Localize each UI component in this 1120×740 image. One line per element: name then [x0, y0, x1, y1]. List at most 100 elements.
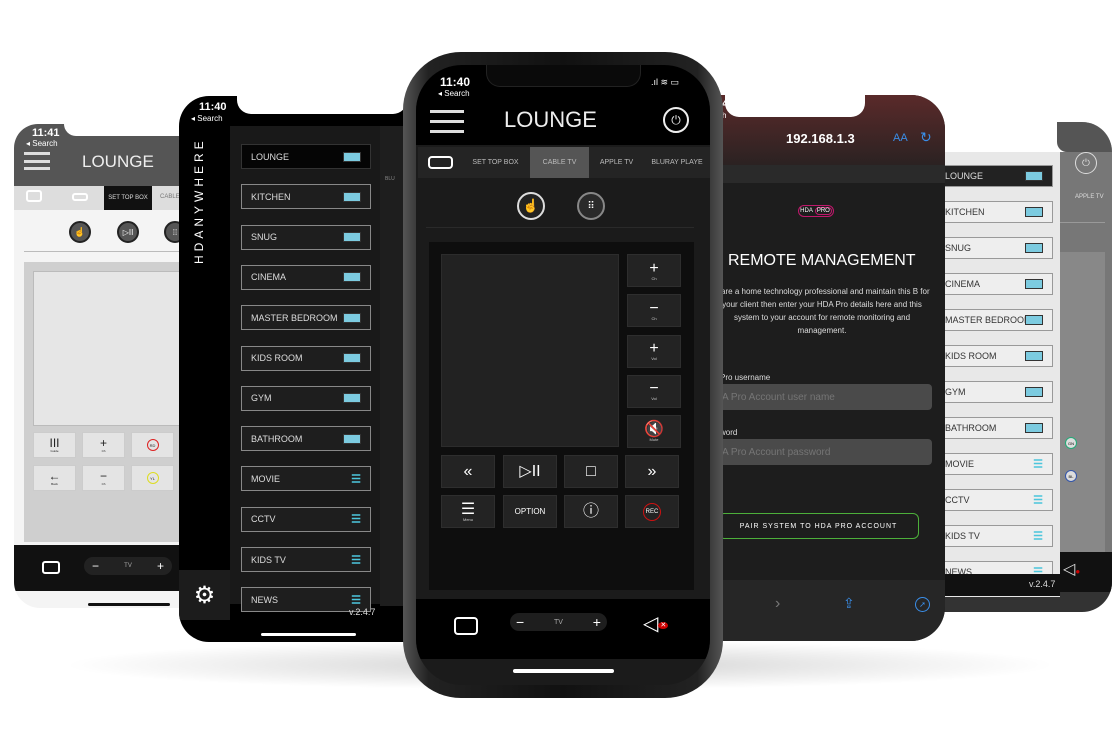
- pair-system-button[interactable]: PAIR SYSTEM TO HDA PRO ACCOUNT: [718, 513, 919, 539]
- touch-mode-icon[interactable]: ☝: [517, 192, 545, 220]
- menu-item[interactable]: GYM: [935, 381, 1053, 403]
- remote-button[interactable]: ← Back: [33, 465, 76, 491]
- keypad-icon[interactable]: ⠿: [577, 192, 605, 220]
- remote-icon[interactable]: [428, 156, 453, 169]
- menu-item[interactable]: SNUG: [935, 237, 1053, 259]
- mute-icon[interactable]: ◁●: [1063, 559, 1080, 579]
- menu-item[interactable]: BATHROOM: [935, 417, 1053, 439]
- touchpad[interactable]: [441, 254, 619, 447]
- menu-item[interactable]: CINEMA: [241, 264, 371, 290]
- remote-button[interactable]: − Ch: [82, 465, 125, 491]
- menu-item-label: NEWS: [251, 594, 278, 605]
- remote-icon[interactable]: [72, 193, 88, 201]
- power-button[interactable]: ⏻: [1075, 152, 1097, 174]
- reload-icon[interactable]: ↻: [920, 129, 932, 146]
- tab-cable-tv[interactable]: CABLE TV: [530, 147, 589, 178]
- list-icon: ☰: [351, 513, 361, 526]
- remote-button[interactable]: »: [625, 455, 679, 488]
- forward-icon[interactable]: ›: [775, 595, 780, 613]
- button-glyph: +: [649, 259, 659, 277]
- username-input[interactable]: [718, 384, 932, 410]
- touch-mode-icon[interactable]: ☝: [69, 221, 91, 243]
- remote-button[interactable]: ▷II: [503, 455, 557, 488]
- status-time: 11:41: [32, 127, 60, 139]
- mute-icon[interactable]: ◁ ✕: [643, 611, 669, 636]
- play-pause-mode-icon[interactable]: ▷II: [117, 221, 139, 243]
- volume-down-button[interactable]: −: [516, 614, 524, 630]
- remote-button[interactable]: ⓘ: [564, 495, 618, 528]
- remote-button[interactable]: ☰ Menu: [441, 495, 495, 528]
- username-label: Pro username: [720, 373, 771, 382]
- tv-icon[interactable]: [454, 617, 478, 635]
- volume-up-button[interactable]: +: [593, 614, 601, 630]
- menu-item[interactable]: CCTV ☰: [241, 506, 371, 532]
- menu-item[interactable]: CCTV ☰: [935, 489, 1053, 511]
- password-input[interactable]: [718, 439, 932, 465]
- menu-item-label: LOUNGE: [251, 151, 290, 162]
- remote-button[interactable]: − Vol: [627, 374, 681, 408]
- tab-bluray[interactable]: BLU: [385, 176, 395, 182]
- menu-item[interactable]: BATHROOM: [241, 426, 371, 452]
- button-glyph: □: [586, 463, 596, 480]
- remote-button[interactable]: RD: [131, 432, 174, 458]
- remote-button[interactable]: YL: [131, 465, 174, 491]
- hamburger-icon[interactable]: [24, 152, 50, 170]
- share-icon[interactable]: ⇪: [843, 595, 855, 612]
- tv-icon[interactable]: [26, 190, 42, 202]
- text-size-button[interactable]: AA: [893, 132, 908, 144]
- remote-button[interactable]: III Guide: [33, 432, 76, 458]
- back-link[interactable]: ◂ Search: [26, 139, 58, 148]
- menu-item-label: LOUNGE: [945, 171, 984, 181]
- tv-volume-control[interactable]: − TV +: [84, 557, 172, 575]
- compass-icon[interactable]: ➚: [915, 597, 930, 612]
- tab-apple-tv[interactable]: APPLE TV: [589, 147, 644, 178]
- green-button[interactable]: GN: [1065, 437, 1077, 449]
- menu-item[interactable]: KIDS ROOM: [241, 345, 371, 371]
- url-bar[interactable]: 192.168.1.3: [786, 131, 855, 146]
- menu-item-label: MASTER BEDROOM: [251, 312, 338, 323]
- menu-item[interactable]: KITCHEN: [935, 201, 1053, 223]
- tab-cable[interactable]: CABLE: [160, 194, 180, 200]
- remote-button[interactable]: □: [564, 455, 618, 488]
- tab-set-top-box[interactable]: SET TOP BOX: [104, 186, 152, 210]
- list-icon: ☰: [1033, 530, 1043, 543]
- back-link[interactable]: ◂ Search: [191, 114, 223, 123]
- blue-button[interactable]: BL: [1065, 470, 1077, 482]
- remote-button[interactable]: + Ch: [82, 432, 125, 458]
- volume-down-button[interactable]: −: [92, 559, 99, 573]
- remote-button[interactable]: + Ch: [627, 254, 681, 287]
- menu-item[interactable]: GYM: [241, 385, 371, 411]
- remote-button[interactable]: OPTION: [503, 495, 557, 528]
- menu-item[interactable]: KIDS ROOM: [935, 345, 1053, 367]
- hamburger-icon[interactable]: [430, 110, 464, 133]
- menu-item[interactable]: MOVIE ☰: [935, 453, 1053, 475]
- menu-item-label: KIDS TV: [945, 531, 980, 541]
- menu-item[interactable]: MASTER BEDROOM: [935, 309, 1053, 331]
- tv-icon[interactable]: [42, 561, 60, 574]
- remote-button[interactable]: REC: [625, 495, 679, 528]
- power-button[interactable]: ⏻: [663, 107, 689, 133]
- volume-up-button[interactable]: +: [157, 559, 164, 573]
- remote-button[interactable]: 🔇 Mute: [627, 415, 681, 449]
- tab-set-top-box[interactable]: SET TOP BOX: [461, 147, 530, 178]
- tab-apple-tv[interactable]: APPLE TV: [1075, 194, 1104, 200]
- menu-item[interactable]: KIDS TV ☰: [935, 525, 1053, 547]
- remote-button[interactable]: − Ch: [627, 294, 681, 328]
- tv-icon: [343, 151, 361, 162]
- tv-volume-control[interactable]: − TV +: [510, 613, 607, 631]
- menu-item[interactable]: LOUNGE: [935, 165, 1053, 187]
- brand-logo: HDANYWHERE: [192, 134, 206, 264]
- menu-item[interactable]: SNUG: [241, 224, 371, 250]
- menu-item[interactable]: CINEMA: [935, 273, 1053, 295]
- menu-item[interactable]: MOVIE ☰: [241, 466, 371, 492]
- menu-item-label: CCTV: [945, 495, 970, 505]
- remote-button[interactable]: «: [441, 455, 495, 488]
- remote-button[interactable]: + Vol: [627, 334, 681, 368]
- menu-item[interactable]: LOUNGE: [241, 144, 371, 169]
- tab-bluray-playe[interactable]: BLURAY PLAYE: [644, 147, 710, 178]
- back-link[interactable]: ◂ Search: [438, 89, 470, 98]
- menu-item[interactable]: MASTER BEDROOM: [241, 305, 371, 331]
- menu-item[interactable]: KITCHEN: [241, 184, 371, 210]
- menu-item[interactable]: KIDS TV ☰: [241, 547, 371, 572]
- settings-button[interactable]: ⚙: [179, 570, 230, 620]
